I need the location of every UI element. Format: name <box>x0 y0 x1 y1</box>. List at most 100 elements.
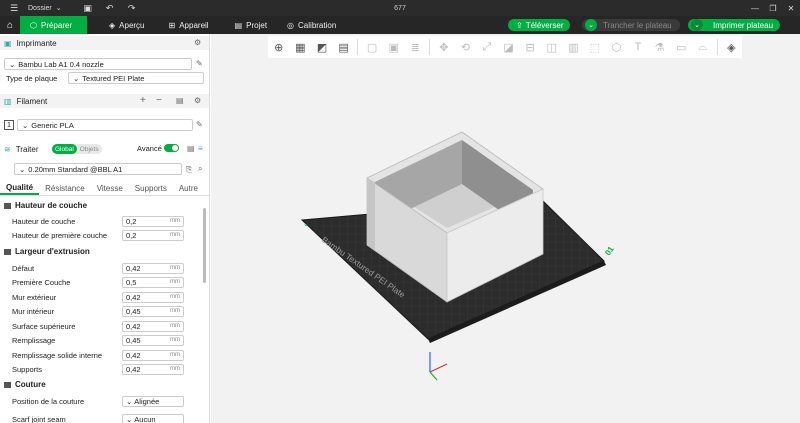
group-line-width: Largeur d'extrusion <box>4 247 90 256</box>
chevron-down-icon: ⌄ <box>126 396 133 406</box>
setting-value-input[interactable]: 0,42 mm <box>122 320 184 332</box>
save-preset-icon[interactable]: ⎘ <box>186 165 192 175</box>
unit-label: mm <box>170 337 180 343</box>
undo-icon[interactable]: ↶ <box>100 0 120 16</box>
setting-value-input[interactable]: 0,45 mm <box>122 305 184 317</box>
restore-icon[interactable]: ❐ <box>764 0 782 16</box>
unit-label: mm <box>170 294 180 300</box>
chevron-down-icon: ⌄ <box>126 414 133 423</box>
unit-label: mm <box>170 279 180 285</box>
printer-select[interactable]: ⌄ Bambu Lab A1 0.4 nozzle <box>4 58 192 70</box>
filament-settings-icon[interactable]: ⚙ <box>194 96 201 105</box>
tab-prepare-label: Préparer <box>40 20 73 30</box>
cube-icon: ⬡ <box>30 20 37 30</box>
setting-value: 0,45 <box>126 335 141 345</box>
remove-icon[interactable]: − <box>156 95 162 106</box>
tab-preview[interactable]: ◈ Aperçu <box>99 16 155 34</box>
tab-device[interactable]: ⊞ Appareil <box>159 16 219 34</box>
chevron-down-icon: ⌄ <box>19 164 26 174</box>
axis-x <box>429 363 448 373</box>
search-icon[interactable]: ⌕ <box>198 164 202 174</box>
setting-value-input[interactable]: 0,42 mm <box>122 291 184 303</box>
chevron-down-icon: ⌄ <box>22 120 29 130</box>
setting-value: 0,2 <box>126 230 137 240</box>
plate-type-select[interactable]: ⌄ Textured PEI Plate <box>68 72 204 84</box>
filament-header: Filament <box>16 96 48 106</box>
group-icon <box>4 202 11 209</box>
filament-slot-badge: 1 <box>4 120 14 130</box>
unit-label: mm <box>170 232 180 238</box>
sidebar-scrollbar[interactable] <box>203 208 206 283</box>
setting-select[interactable]: ⌄ Alignée <box>122 395 184 407</box>
print-dropdown-icon[interactable]: ⌄ <box>691 19 703 31</box>
home-icon[interactable]: ⌂ <box>0 16 20 34</box>
printer-settings-icon[interactable]: ⚙ <box>194 38 201 47</box>
tab-calibration[interactable]: ◎ Calibration <box>277 16 346 34</box>
setting-select[interactable]: ⌄ Aucun <box>122 413 184 423</box>
file-menu[interactable]: ☰ Dossier ⌄ <box>0 0 62 16</box>
tab-supports[interactable]: Supports <box>129 182 173 195</box>
setting-label: Mur intérieur <box>12 306 55 316</box>
edit-icon[interactable]: ✎ <box>196 59 203 68</box>
slice-label: Trancher le plateau <box>603 20 672 30</box>
setting-label: Supports <box>12 364 43 374</box>
3d-viewport[interactable]: ⊕ ▦ ◩ ▤ ▢ ▣ ≣ ✥ ⟲ ⤢ ◪ ⊟ ◫ ▥ ⬚ ⬡ T ⚗ ▭ ⌓ … <box>211 34 800 423</box>
minimize-icon[interactable]: — <box>746 0 764 16</box>
file-menu-label: Dossier <box>28 4 52 12</box>
advanced-toggle[interactable] <box>164 144 179 152</box>
axis-y <box>429 371 438 381</box>
tab-other[interactable]: Autre <box>173 182 204 195</box>
build-plate-scene: Bambu Textured PEI Plate 01 ⌄ <box>300 131 616 381</box>
group-line-width-title: Largeur d'extrusion <box>15 247 90 256</box>
calibration-icon: ◎ <box>287 20 295 30</box>
setting-value: 0,42 <box>126 292 141 302</box>
setting-value-input[interactable]: 0,45 mm <box>122 334 184 346</box>
printer-header: Imprimante <box>16 38 57 48</box>
setting-label: Scarf joint seam <box>12 414 66 423</box>
group-icon <box>4 248 11 255</box>
setting-value-input[interactable]: 0,42 mm <box>122 262 184 274</box>
tab-speed[interactable]: Vitesse <box>91 182 129 195</box>
filter-icon[interactable]: ≡ <box>198 144 203 153</box>
chevron-down-icon: ⌄ <box>9 59 16 69</box>
group-seam: Couture <box>4 380 46 389</box>
process-scope-toggle[interactable]: Global Objets <box>52 144 102 154</box>
redo-icon[interactable]: ↷ <box>122 0 142 16</box>
setting-value-input[interactable]: 0,42 mm <box>122 349 184 361</box>
print-label: Imprimer plateau <box>713 20 774 30</box>
tab-strength[interactable]: Résistance <box>39 182 91 195</box>
print-plate-button[interactable]: ⌄ Imprimer plateau <box>688 19 780 31</box>
chevron-down-icon: ⌄ <box>73 73 80 83</box>
setting-label: Hauteur de première couche <box>12 230 108 240</box>
setting-value-input[interactable]: 0,2 mm <box>122 215 184 227</box>
setting-value: 0,42 <box>126 263 141 273</box>
process-header: Traiter <box>15 144 39 154</box>
filament-select[interactable]: ⌄ Generic PLA <box>17 119 193 131</box>
setting-row: Première Couche 0,5 mm <box>12 276 187 288</box>
setting-value-input[interactable]: 0,5 mm <box>122 276 184 288</box>
close-icon[interactable]: ✕ <box>782 0 800 16</box>
mode-global[interactable]: Global <box>52 144 77 154</box>
tab-calibration-label: Calibration <box>298 20 337 30</box>
setting-value-input[interactable]: 0,42 mm <box>122 363 184 375</box>
add-icon[interactable]: + <box>140 95 146 106</box>
chevron-down-icon: ⌄ <box>55 5 62 12</box>
edit-icon[interactable]: ✎ <box>196 120 203 129</box>
process-preset-select[interactable]: ⌄ 0.20mm Standard @BBL A1 <box>14 163 182 175</box>
plate-number: 01 <box>603 244 616 257</box>
tab-quality[interactable]: Qualité <box>0 182 40 195</box>
main-navbar: ⌂ ⬡ Préparer ◈ Aperçu ⊞ Appareil ▤ Proje… <box>0 16 800 34</box>
upload-button[interactable]: ⇪ Téléverser <box>508 19 570 31</box>
printer-icon: ▣ <box>4 38 12 48</box>
setting-label: Mur extérieur <box>12 292 57 302</box>
mode-objects[interactable]: Objets <box>77 144 102 154</box>
sync-icon[interactable]: ▤ <box>176 96 184 105</box>
tab-prepare[interactable]: ⬡ Préparer <box>20 16 87 34</box>
slice-plate-button[interactable]: ⌄ Trancher le plateau <box>582 19 680 31</box>
setting-value: Aucun <box>134 414 156 423</box>
save-icon[interactable]: ▣ <box>78 0 98 16</box>
slice-dropdown-icon[interactable]: ⌄ <box>585 19 597 31</box>
compare-icon[interactable]: ▤ <box>187 144 195 153</box>
tab-project[interactable]: ▤ Projet <box>225 16 277 34</box>
setting-value-input[interactable]: 0,2 mm <box>122 229 184 241</box>
